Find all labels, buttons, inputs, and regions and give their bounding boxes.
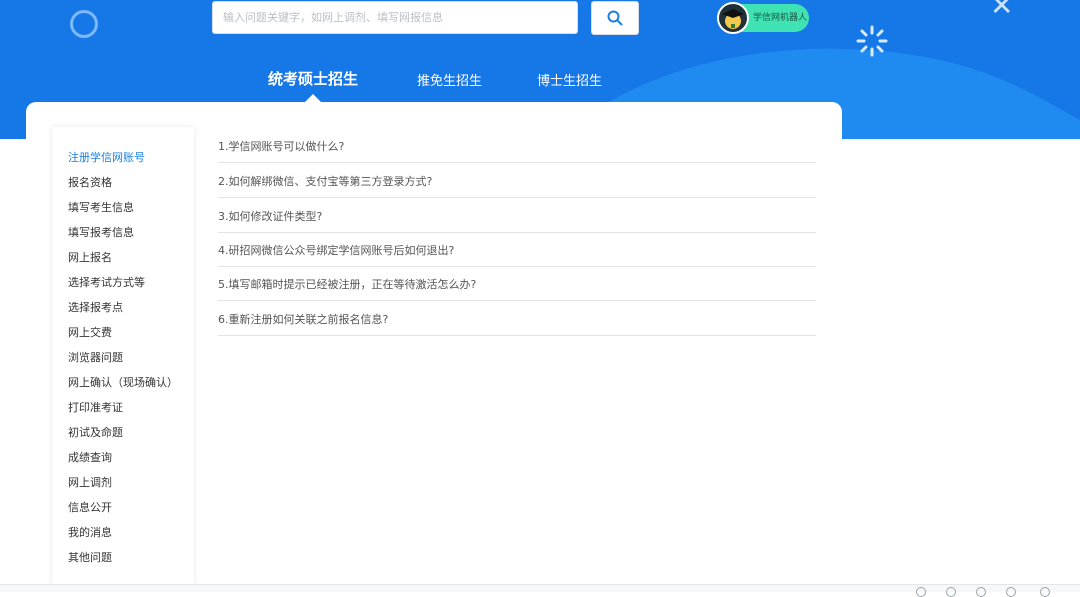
- sidebar-item-online-registration[interactable]: 网上报名: [68, 249, 112, 265]
- status-icon[interactable]: [946, 587, 956, 597]
- status-icon[interactable]: [1006, 587, 1016, 597]
- faq-item-text: 3.如何修改证件类型?: [218, 210, 323, 223]
- sidebar-item-application-info[interactable]: 填写报考信息: [68, 224, 134, 240]
- faq-item[interactable]: 2.如何解绑微信、支付宝等第三方登录方式?: [218, 163, 816, 198]
- sidebar-item-disclosure[interactable]: 信息公开: [68, 499, 112, 515]
- zoom-icon[interactable]: [1040, 587, 1050, 597]
- sidebar-item-adjustment[interactable]: 网上调剂: [68, 474, 112, 490]
- sidebar-item-score-query[interactable]: 成绩查询: [68, 449, 112, 465]
- status-icon[interactable]: [976, 587, 986, 597]
- close-icon[interactable]: ✕: [990, 0, 1013, 20]
- status-icon[interactable]: [916, 587, 926, 597]
- search-input[interactable]: [212, 1, 578, 34]
- sidebar-item-browser[interactable]: 浏览器问题: [68, 349, 123, 365]
- sidebar-item-eligibility[interactable]: 报名资格: [68, 174, 112, 190]
- faq-item[interactable]: 5.填写邮箱时提示已经被注册，正在等待激活怎么办?: [218, 266, 816, 301]
- sidebar-item-other[interactable]: 其他问题: [68, 549, 112, 565]
- sidebar-item-prelim-exam[interactable]: 初试及命题: [68, 424, 123, 440]
- sidebar-item-online-confirm[interactable]: 网上确认（现场确认）: [68, 374, 178, 390]
- active-tab-indicator: [305, 94, 321, 102]
- faq-item-text: 5.填写邮箱时提示已经被注册，正在等待激活怎么办?: [218, 278, 477, 291]
- tab-doctoral[interactable]: 博士生招生: [537, 70, 602, 89]
- faq-item[interactable]: 3.如何修改证件类型?: [218, 198, 816, 233]
- search-button[interactable]: [591, 1, 639, 35]
- faq-item-text: 2.如何解绑微信、支付宝等第三方登录方式?: [218, 175, 433, 188]
- sidebar-item-payment[interactable]: 网上交费: [68, 324, 112, 340]
- faq-item-text: 6.重新注册如何关联之前报名信息?: [218, 313, 389, 326]
- tab-unified-master[interactable]: 统考硕士招生: [268, 68, 358, 89]
- graduate-avatar-icon: [717, 2, 749, 34]
- sidebar-item-exam-method[interactable]: 选择考试方式等: [68, 274, 145, 290]
- sidebar-item-exam-site[interactable]: 选择报考点: [68, 299, 123, 315]
- faq-item-text: 1.学信网账号可以做什么?: [218, 140, 345, 153]
- loading-spinner-icon: [856, 25, 888, 57]
- robot-assistant-button[interactable]: 学信网机器人: [717, 2, 809, 34]
- sidebar-item-register[interactable]: 注册学信网账号: [68, 149, 145, 165]
- sidebar-item-messages[interactable]: 我的消息: [68, 524, 112, 540]
- faq-item[interactable]: 4.研招网微信公众号绑定学信网账号后如何退出?: [218, 232, 816, 267]
- faq-item[interactable]: 1.学信网账号可以做什么?: [218, 128, 816, 163]
- search-icon: [607, 10, 623, 26]
- faq-item-text: 4.研招网微信公众号绑定学信网账号后如何退出?: [218, 244, 455, 257]
- faq-item[interactable]: 6.重新注册如何关联之前报名信息?: [218, 301, 816, 336]
- circle-logo-icon: [70, 10, 98, 38]
- tab-recommended[interactable]: 推免生招生: [417, 70, 482, 89]
- sidebar-item-candidate-info[interactable]: 填写考生信息: [68, 199, 134, 215]
- robot-label: 学信网机器人: [753, 13, 808, 23]
- sidebar: 注册学信网账号 报名资格 填写考生信息 填写报考信息 网上报名 选择考试方式等 …: [52, 127, 194, 587]
- sidebar-item-admission-ticket[interactable]: 打印准考证: [68, 399, 123, 415]
